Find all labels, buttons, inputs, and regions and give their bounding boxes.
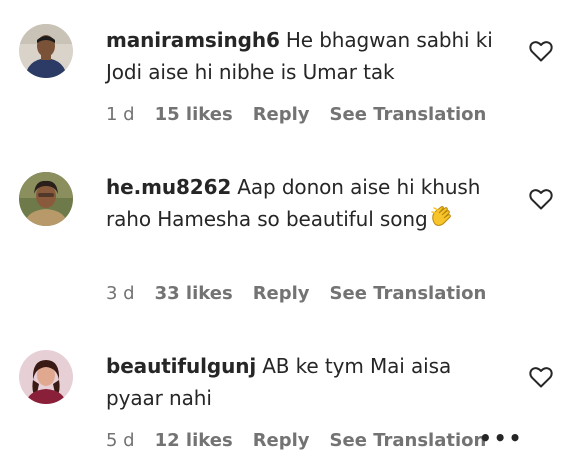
likes-count[interactable]: 15 likes — [155, 103, 233, 127]
reply-button[interactable]: Reply — [253, 429, 310, 453]
comment-meta: 1 d 15 likes Reply See Translation — [106, 103, 506, 127]
avatar-beautifulgunj[interactable] — [19, 350, 73, 404]
heart-outline-icon[interactable] — [529, 366, 553, 388]
reply-button[interactable]: Reply — [253, 282, 310, 306]
comment-time: 3 d — [106, 283, 135, 304]
reply-button[interactable]: Reply — [253, 103, 310, 127]
comment-text: maniramsingh6 He bhagwan sabhi ki Jodi ai… — [106, 25, 506, 88]
heart-outline-icon[interactable] — [529, 188, 553, 210]
comment-time: 1 d — [106, 104, 135, 125]
comment-username[interactable]: he.mu8262 — [106, 175, 231, 199]
likes-count[interactable]: 12 likes — [155, 429, 233, 453]
comment-meta: 5 d 12 likes Reply See Translation — [106, 429, 506, 453]
comment-username[interactable]: maniramsingh6 — [106, 28, 280, 52]
see-translation-button[interactable]: See Translation — [330, 282, 487, 306]
more-options-icon[interactable]: ••• — [479, 426, 523, 450]
avatar-he-mu8262[interactable] — [19, 172, 73, 226]
heart-outline-icon[interactable] — [529, 40, 553, 62]
comment-text: he.mu8262 Aap donon aise hi khush raho Ha… — [106, 172, 486, 235]
likes-count[interactable]: 33 likes — [155, 282, 233, 306]
see-translation-button[interactable]: See Translation — [330, 103, 487, 127]
comment-meta: 3 d 33 likes Reply See Translation — [106, 282, 506, 306]
clapping-hands-emoji — [430, 205, 451, 226]
comment-time: 5 d — [106, 430, 135, 451]
comment-text: beautifulgunj AB ke tym Mai aisa pyaar na… — [106, 351, 486, 414]
see-translation-button[interactable]: See Translation — [330, 429, 487, 453]
avatar-maniramsingh6[interactable] — [19, 24, 73, 78]
comment-username[interactable]: beautifulgunj — [106, 354, 256, 378]
